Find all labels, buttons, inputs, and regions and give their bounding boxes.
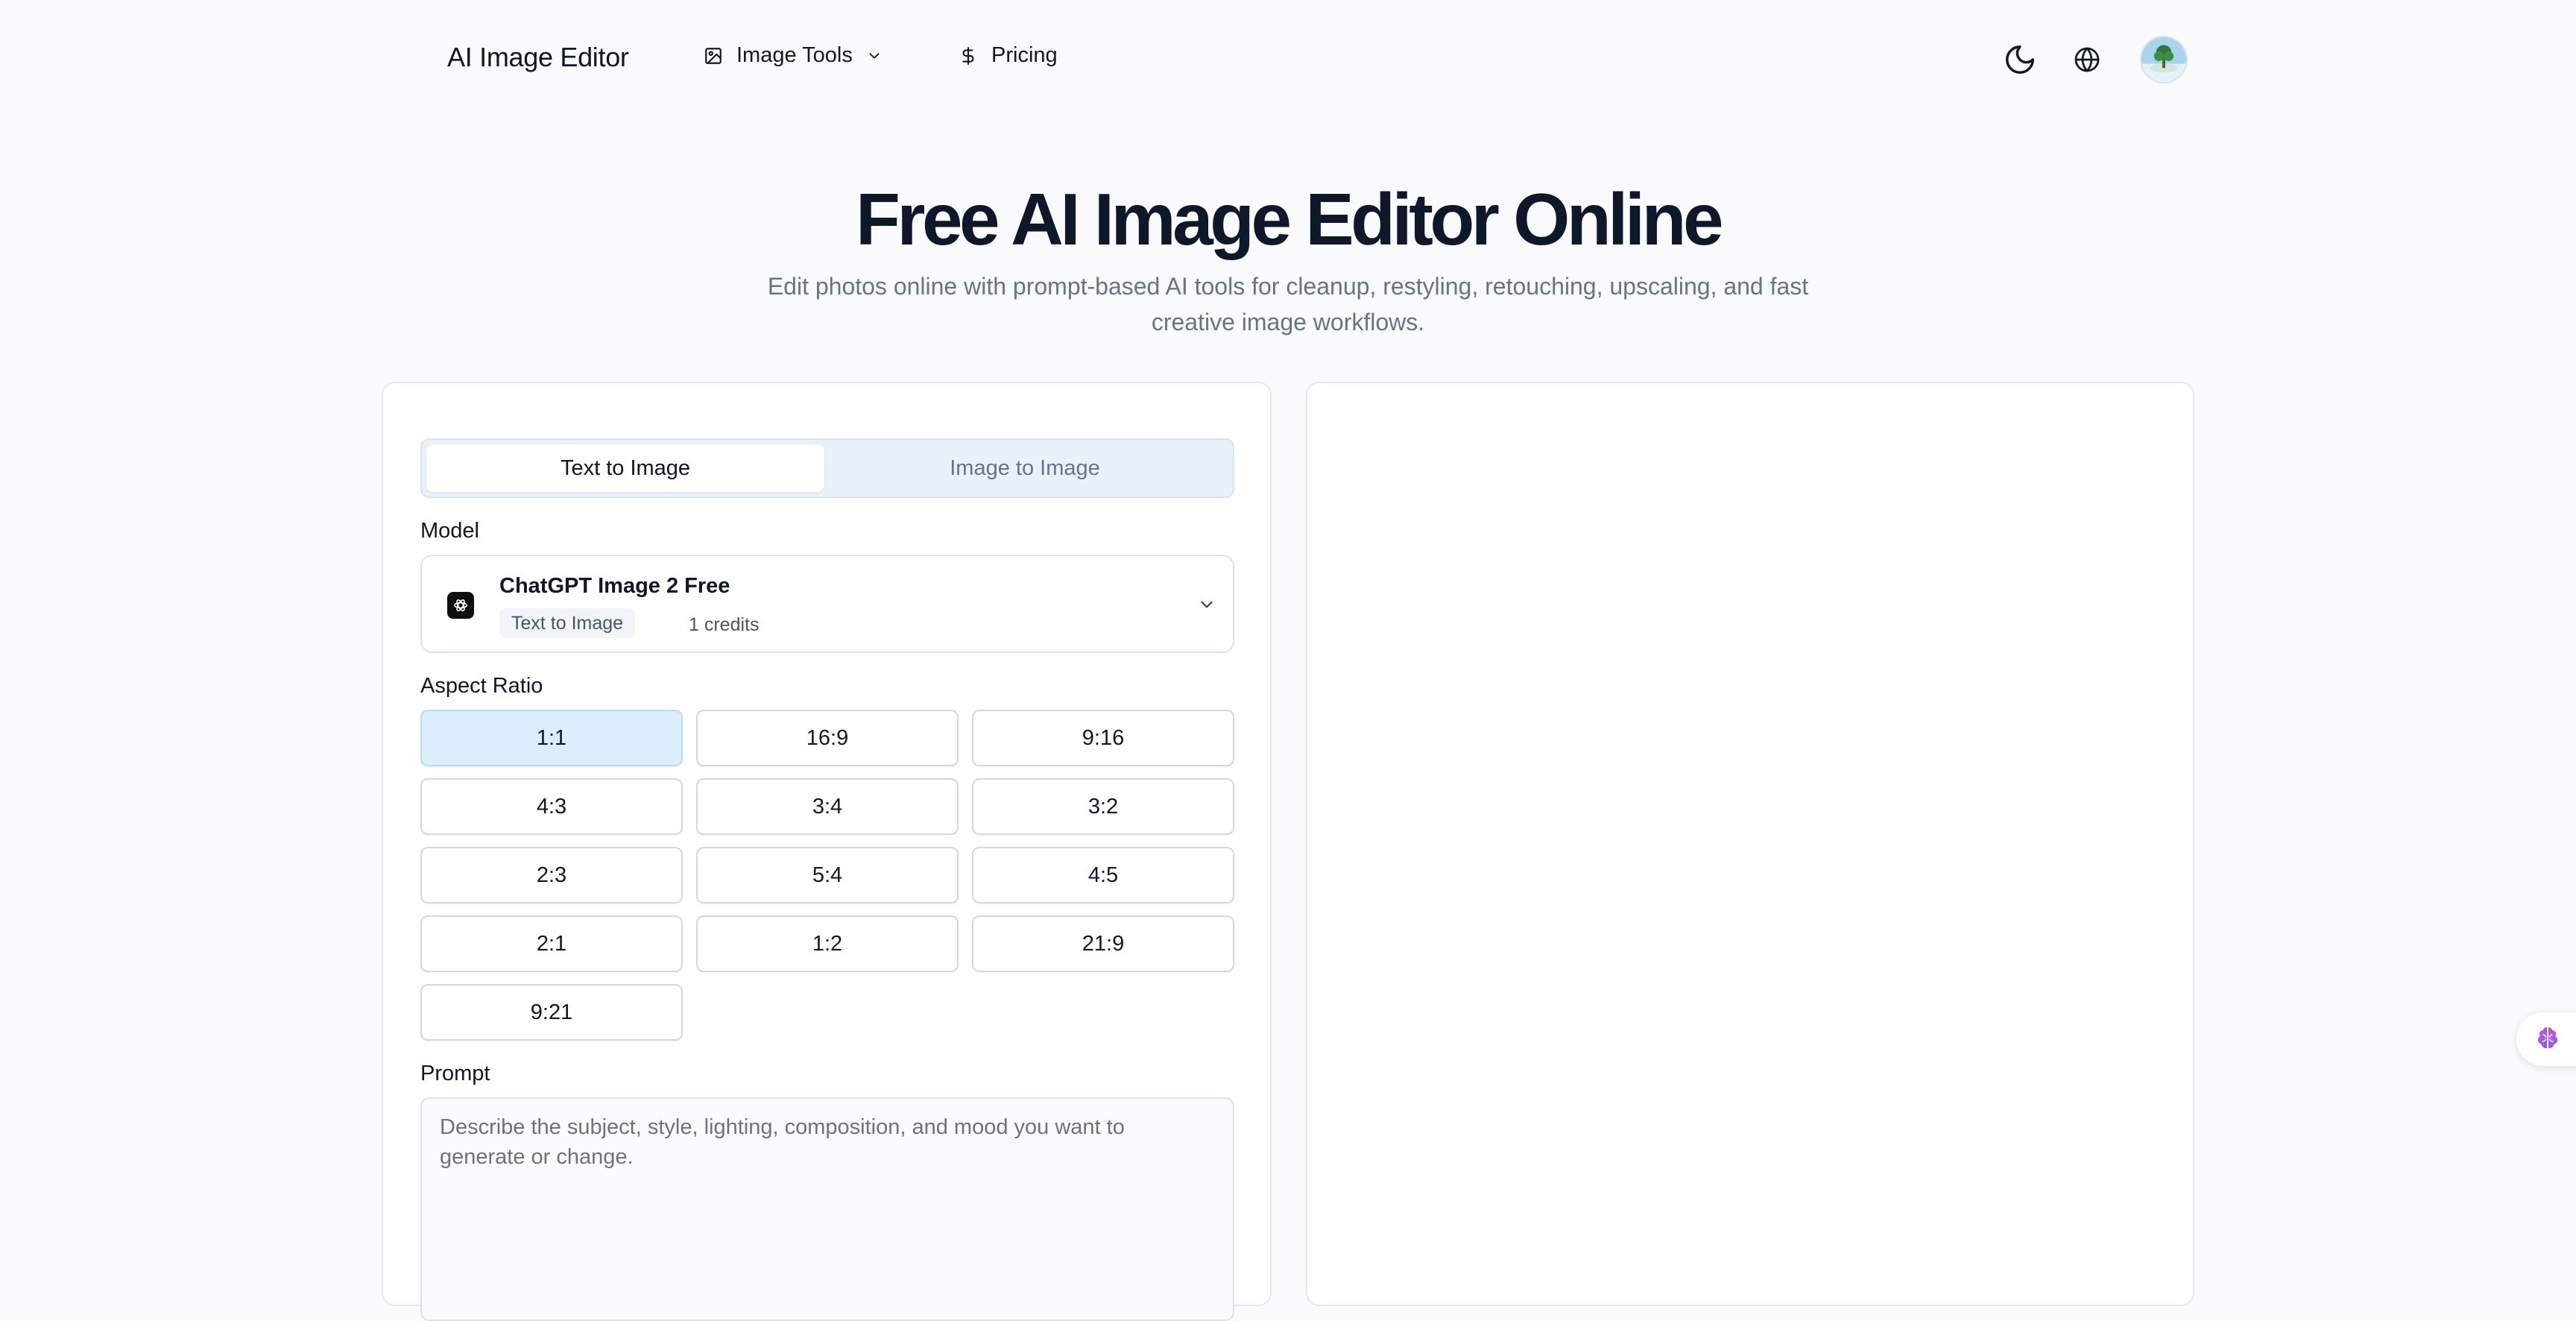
top-nav: AI Image Editor Image Tools Pricing: [0, 0, 2576, 119]
ratio-button-16-9[interactable]: 16:9: [696, 710, 959, 766]
prompt-input[interactable]: Describe the subject, style, lighting, c…: [420, 1097, 1234, 1321]
tab-image-to-image[interactable]: Image to Image: [826, 444, 1224, 492]
brain-icon: [2533, 1023, 2563, 1056]
ratio-button-2-1[interactable]: 2:1: [420, 915, 683, 972]
prompt-label: Prompt: [420, 1062, 490, 1085]
ratio-button-1-1[interactable]: 1:1: [420, 710, 683, 766]
ratio-button-3-2[interactable]: 3:2: [972, 778, 1234, 835]
ratio-button-3-4[interactable]: 3:4: [696, 778, 959, 835]
dollar-icon: [959, 45, 978, 67]
nav-image-tools[interactable]: Image Tools: [704, 43, 883, 68]
ratio-button-4-5[interactable]: 4:5: [972, 847, 1234, 904]
nav-image-tools-label: Image Tools: [736, 43, 853, 67]
chevron-down-icon: [1197, 595, 1216, 618]
ratio-button-2-3[interactable]: 2:3: [420, 847, 683, 904]
model-label: Model: [420, 519, 479, 543]
avatar[interactable]: [2140, 36, 2188, 83]
ratio-button-4-3[interactable]: 4:3: [420, 778, 683, 835]
nav-pricing[interactable]: Pricing: [959, 43, 1058, 68]
brand-logo-text[interactable]: AI Image Editor: [447, 42, 629, 73]
page-subtitle-line-1: Edit photos online with prompt-based AI …: [767, 273, 1809, 300]
aspect-ratio-label: Aspect Ratio: [420, 674, 543, 698]
aspect-ratio-grid: 1:1 16:9 9:16 4:3 3:4 3:2 2:3 5:4 4:5 2:…: [420, 710, 1234, 1041]
model-tag: Text to Image: [499, 608, 636, 638]
globe-icon[interactable]: [2071, 43, 2103, 76]
ratio-button-1-2[interactable]: 1:2: [696, 915, 959, 972]
model-select[interactable]: ChatGPT Image 2 Free Text to Image 1 cre…: [420, 555, 1234, 653]
moon-icon[interactable]: [2002, 42, 2038, 78]
nav-pricing-label: Pricing: [991, 43, 1058, 67]
chevron-down-icon: [866, 48, 883, 64]
page-subtitle: Edit photos online with prompt-based AI …: [722, 268, 1854, 340]
prompt-placeholder: Describe the subject, style, lighting, c…: [440, 1115, 1125, 1169]
ratio-button-9-16[interactable]: 9:16: [972, 710, 1234, 766]
preview-panel: [1306, 382, 2194, 1306]
ratio-button-9-21[interactable]: 9:21: [420, 984, 683, 1041]
mode-tabs: Text to Image Image to Image: [420, 438, 1234, 498]
model-name: ChatGPT Image 2 Free: [499, 574, 730, 598]
image-icon: [704, 46, 723, 66]
openai-icon: [447, 592, 474, 619]
model-credits: 1 credits: [689, 614, 760, 635]
ratio-button-21-9[interactable]: 21:9: [972, 915, 1234, 972]
ai-assistant-button[interactable]: [2516, 1012, 2576, 1066]
tab-text-to-image[interactable]: Text to Image: [426, 444, 824, 492]
editor-panel: Text to Image Image to Image Model ChatG…: [382, 382, 1272, 1321]
page-title: Free AI Image Editor Online: [855, 178, 1724, 260]
page-subtitle-line-2: creative image workflows.: [1151, 309, 1425, 335]
ratio-button-5-4[interactable]: 5:4: [696, 847, 959, 904]
